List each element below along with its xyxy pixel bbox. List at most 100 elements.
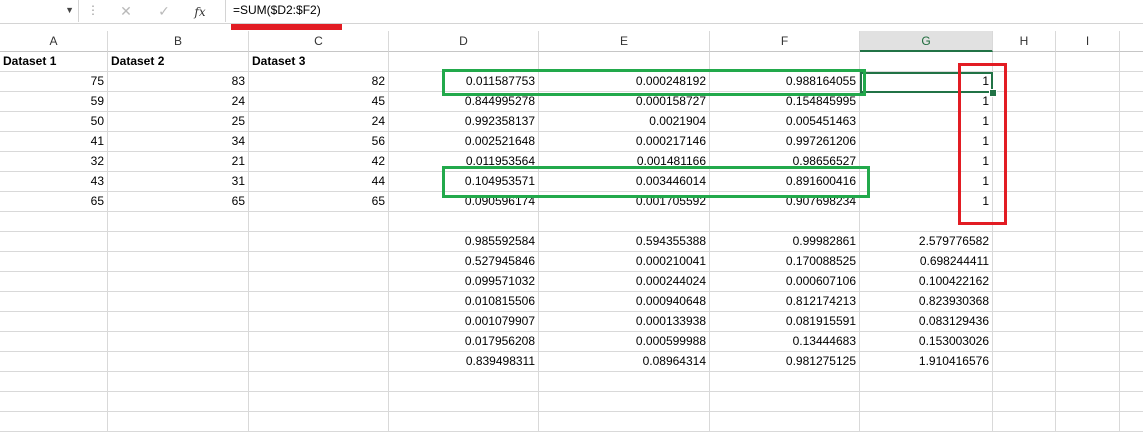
enter-button[interactable]: ✓ — [154, 2, 174, 20]
cell-c6[interactable]: 42 — [249, 152, 389, 172]
cell-d11[interactable]: 0.527945846 — [389, 252, 539, 272]
cell-h9[interactable] — [993, 212, 1056, 232]
column-header-e[interactable]: E — [539, 31, 710, 52]
cell-i2[interactable] — [1056, 72, 1120, 92]
cell-g4[interactable]: 1 — [860, 112, 993, 132]
cell-b18[interactable] — [108, 392, 249, 412]
cell-h14[interactable] — [993, 312, 1056, 332]
name-box[interactable]: ▼ — [0, 0, 79, 22]
cell-i11[interactable] — [1056, 252, 1120, 272]
cell-g17[interactable] — [860, 372, 993, 392]
cell-c8[interactable]: 65 — [249, 192, 389, 212]
cell-e12[interactable]: 0.000244024 — [539, 272, 710, 292]
cell-e18[interactable] — [539, 392, 710, 412]
cell-e1[interactable] — [539, 52, 710, 72]
cell-b17[interactable] — [108, 372, 249, 392]
cell-g1[interactable] — [860, 52, 993, 72]
cell-i1[interactable] — [1056, 52, 1120, 72]
cell-g2[interactable]: 1 — [860, 72, 993, 92]
cell-a8[interactable]: 65 — [0, 192, 108, 212]
cell-i6[interactable] — [1056, 152, 1120, 172]
cell-f1[interactable] — [710, 52, 860, 72]
cell-i15[interactable] — [1056, 332, 1120, 352]
cell-f13[interactable]: 0.812174213 — [710, 292, 860, 312]
cell-d4[interactable]: 0.992358137 — [389, 112, 539, 132]
cell-d18[interactable] — [389, 392, 539, 412]
cell-b4[interactable]: 25 — [108, 112, 249, 132]
cell-h12[interactable] — [993, 272, 1056, 292]
cell-i14[interactable] — [1056, 312, 1120, 332]
cell-e15[interactable]: 0.000599988 — [539, 332, 710, 352]
cell-c16[interactable] — [249, 352, 389, 372]
cell-i5[interactable] — [1056, 132, 1120, 152]
cell-e6[interactable]: 0.001481166 — [539, 152, 710, 172]
cell-h10[interactable] — [993, 232, 1056, 252]
cell-f18[interactable] — [710, 392, 860, 412]
cell-c4[interactable]: 24 — [249, 112, 389, 132]
cell-b12[interactable] — [108, 272, 249, 292]
cell-i7[interactable] — [1056, 172, 1120, 192]
cell-g18[interactable] — [860, 392, 993, 412]
cell-b3[interactable]: 24 — [108, 92, 249, 112]
column-header-f[interactable]: F — [710, 31, 860, 52]
cell-a9[interactable] — [0, 212, 108, 232]
cell-d19[interactable] — [389, 412, 539, 432]
cell-e7[interactable]: 0.003446014 — [539, 172, 710, 192]
cell-d14[interactable]: 0.001079907 — [389, 312, 539, 332]
cell-e14[interactable]: 0.000133938 — [539, 312, 710, 332]
cell-a18[interactable] — [0, 392, 108, 412]
cell-a7[interactable]: 43 — [0, 172, 108, 192]
cell-g11[interactable]: 0.698244411 — [860, 252, 993, 272]
cell-g12[interactable]: 0.100422162 — [860, 272, 993, 292]
column-header-g[interactable]: G — [860, 31, 993, 52]
cell-h19[interactable] — [993, 412, 1056, 432]
cell-e16[interactable]: 0.08964314 — [539, 352, 710, 372]
cell-b10[interactable] — [108, 232, 249, 252]
cell-a1[interactable]: Dataset 1 — [0, 52, 108, 72]
cell-e9[interactable] — [539, 212, 710, 232]
cell-a19[interactable] — [0, 412, 108, 432]
cell-a3[interactable]: 59 — [0, 92, 108, 112]
cell-b6[interactable]: 21 — [108, 152, 249, 172]
cell-d8[interactable]: 0.090596174 — [389, 192, 539, 212]
cell-h4[interactable] — [993, 112, 1056, 132]
cell-a17[interactable] — [0, 372, 108, 392]
cell-i8[interactable] — [1056, 192, 1120, 212]
cell-c7[interactable]: 44 — [249, 172, 389, 192]
cell-h6[interactable] — [993, 152, 1056, 172]
cell-h5[interactable] — [993, 132, 1056, 152]
cell-c14[interactable] — [249, 312, 389, 332]
cell-b14[interactable] — [108, 312, 249, 332]
cell-f6[interactable]: 0.98656527 — [710, 152, 860, 172]
cell-d7[interactable]: 0.104953571 — [389, 172, 539, 192]
cell-b13[interactable] — [108, 292, 249, 312]
cell-i3[interactable] — [1056, 92, 1120, 112]
cell-c19[interactable] — [249, 412, 389, 432]
cell-a6[interactable]: 32 — [0, 152, 108, 172]
cell-d1[interactable] — [389, 52, 539, 72]
cell-g6[interactable]: 1 — [860, 152, 993, 172]
cell-c9[interactable] — [249, 212, 389, 232]
cell-c3[interactable]: 45 — [249, 92, 389, 112]
cell-a5[interactable]: 41 — [0, 132, 108, 152]
cell-f12[interactable]: 0.000607106 — [710, 272, 860, 292]
chevron-down-icon[interactable]: ▼ — [65, 5, 74, 15]
cell-g16[interactable]: 1.910416576 — [860, 352, 993, 372]
cell-a4[interactable]: 50 — [0, 112, 108, 132]
cell-d15[interactable]: 0.017956208 — [389, 332, 539, 352]
cell-i9[interactable] — [1056, 212, 1120, 232]
column-header-i[interactable]: I — [1056, 31, 1120, 52]
cell-a10[interactable] — [0, 232, 108, 252]
cell-g10[interactable]: 2.579776582 — [860, 232, 993, 252]
cell-c18[interactable] — [249, 392, 389, 412]
cell-a16[interactable] — [0, 352, 108, 372]
cell-d16[interactable]: 0.839498311 — [389, 352, 539, 372]
cell-f8[interactable]: 0.907698234 — [710, 192, 860, 212]
cell-g19[interactable] — [860, 412, 993, 432]
cell-d12[interactable]: 0.099571032 — [389, 272, 539, 292]
column-header-c[interactable]: C — [249, 31, 389, 52]
cell-g9[interactable] — [860, 212, 993, 232]
cell-d9[interactable] — [389, 212, 539, 232]
cell-i18[interactable] — [1056, 392, 1120, 412]
cell-e17[interactable] — [539, 372, 710, 392]
